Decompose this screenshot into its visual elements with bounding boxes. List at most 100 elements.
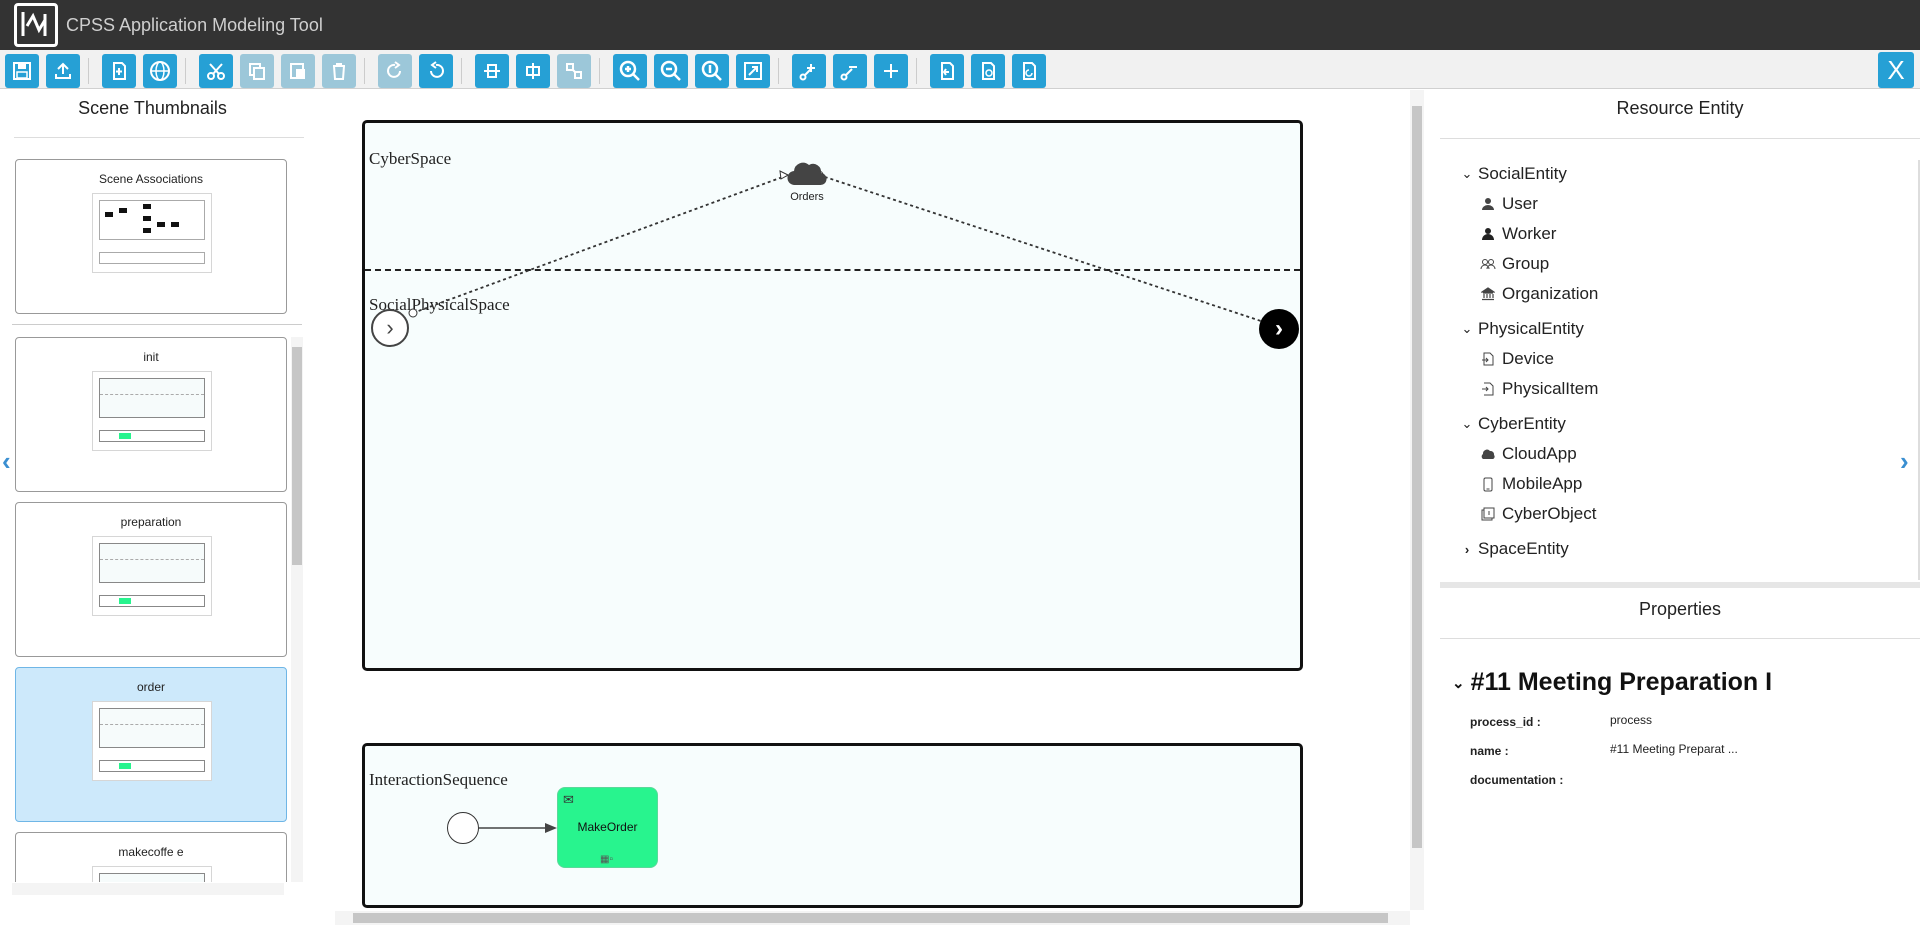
add-icon[interactable] bbox=[874, 54, 908, 88]
worker-icon bbox=[1480, 226, 1496, 242]
interaction-sequence-pool[interactable]: InteractionSequence ✉ MakeOrder ▦▫ bbox=[362, 743, 1303, 908]
interaction-sequence-label: InteractionSequence bbox=[369, 770, 508, 789]
tree-label: User bbox=[1502, 194, 1538, 213]
properties-heading-text: #11 Meeting Preparation I bbox=[1470, 668, 1773, 696]
divider bbox=[12, 324, 302, 325]
tree-item-device[interactable]: Device bbox=[1480, 349, 1554, 369]
space-pool[interactable]: CyberSpace SocialPhysicalSpace Orders › … bbox=[362, 120, 1303, 671]
collapse-left-icon[interactable]: ‹ bbox=[2, 446, 11, 477]
thumbnail-label: preparation bbox=[120, 515, 182, 529]
properties-title: Properties bbox=[1638, 599, 1722, 619]
task-marker-icon: ▦▫ bbox=[600, 854, 613, 865]
tree-item-cloudapp[interactable]: CloudApp bbox=[1480, 444, 1577, 464]
association-lines bbox=[408, 170, 1268, 324]
property-key: name : bbox=[1470, 744, 1509, 758]
thumbnail-horizontal-scrollbar[interactable] bbox=[12, 883, 284, 895]
chevron-right-icon: › bbox=[386, 315, 394, 340]
import-file-icon[interactable] bbox=[930, 54, 964, 88]
task-label: MakeOrder bbox=[577, 820, 638, 834]
tree-item-physicalitem[interactable]: PhysicalItem bbox=[1480, 379, 1598, 399]
tree-item-user[interactable]: User bbox=[1480, 194, 1538, 214]
remove-connection-icon[interactable] bbox=[833, 54, 867, 88]
diagram-canvas[interactable]: CyberSpace SocialPhysicalSpace Orders › … bbox=[335, 90, 1415, 929]
envelope-icon: ✉ bbox=[563, 792, 574, 807]
cut-icon[interactable] bbox=[199, 54, 233, 88]
tree-node-socialentity[interactable]: ⌄ SocialEntity bbox=[1460, 164, 1567, 184]
tree-item-organization[interactable]: Organization bbox=[1480, 284, 1598, 304]
close-button[interactable]: X bbox=[1878, 52, 1914, 88]
tree-horizontal-scrollbar[interactable] bbox=[1440, 582, 1920, 588]
tree-label: SocialEntity bbox=[1478, 164, 1567, 183]
tree-node-spaceentity[interactable]: › SpaceEntity bbox=[1460, 539, 1569, 559]
export-file-icon[interactable] bbox=[971, 54, 1005, 88]
zoom-out-icon[interactable] bbox=[654, 54, 688, 88]
tree-label: Organization bbox=[1502, 284, 1599, 303]
end-event-node[interactable]: › bbox=[1259, 309, 1299, 349]
tree-label: PhysicalItem bbox=[1502, 379, 1599, 398]
new-scene-icon[interactable] bbox=[102, 54, 136, 88]
property-value[interactable]: #11 Meeting Preparat ... bbox=[1610, 742, 1738, 756]
add-connection-icon[interactable] bbox=[792, 54, 826, 88]
upload-icon[interactable] bbox=[46, 54, 80, 88]
resource-entity-title: Resource Entity bbox=[1616, 98, 1744, 118]
thumbnail-label: Scene Associations bbox=[98, 172, 204, 186]
thumbnail-preview bbox=[92, 701, 212, 781]
thumbnail-order[interactable]: order bbox=[15, 667, 287, 822]
align-vertical-icon[interactable] bbox=[516, 54, 550, 88]
copy-icon[interactable] bbox=[240, 54, 274, 88]
thumbnail-init[interactable]: init bbox=[15, 337, 287, 492]
tree-node-cyberentity[interactable]: ⌄ CyberEntity bbox=[1460, 414, 1566, 434]
thumbnail-label: init bbox=[143, 350, 159, 364]
globe-icon[interactable] bbox=[143, 54, 177, 88]
save-icon[interactable] bbox=[5, 54, 39, 88]
tree-label: MobileApp bbox=[1502, 474, 1583, 493]
property-value[interactable]: process bbox=[1610, 713, 1652, 727]
zoom-actual-icon[interactable] bbox=[695, 54, 729, 88]
start-event-circle[interactable] bbox=[447, 812, 479, 844]
resource-tree: ⌄ SocialEntity User Worker Group Organiz… bbox=[1440, 158, 1920, 578]
properties-heading[interactable]: ⌄ #11 Meeting Preparation I bbox=[1452, 668, 1772, 697]
tree-item-worker[interactable]: Worker bbox=[1480, 224, 1556, 244]
refresh-file-icon[interactable] bbox=[1012, 54, 1046, 88]
cyber-object-icon bbox=[1480, 506, 1496, 522]
zoom-in-icon[interactable] bbox=[613, 54, 647, 88]
delete-icon[interactable] bbox=[322, 54, 356, 88]
fit-screen-icon[interactable] bbox=[736, 54, 770, 88]
make-order-task[interactable]: ✉ MakeOrder ▦▫ bbox=[557, 787, 658, 868]
align-horizontal-icon[interactable] bbox=[475, 54, 509, 88]
cloud-app-node[interactable] bbox=[787, 157, 827, 187]
tree-label: CyberObject bbox=[1502, 504, 1597, 523]
chevron-down-icon: ⌄ bbox=[1461, 166, 1473, 181]
thumbnail-scrollbar[interactable] bbox=[291, 337, 303, 882]
canvas-vertical-scrollbar[interactable] bbox=[1410, 90, 1424, 910]
thumbnail-makecoffee[interactable]: makecoffe e bbox=[15, 832, 287, 882]
app-logo-icon bbox=[14, 3, 58, 47]
tree-item-cyberobject[interactable]: CyberObject bbox=[1480, 504, 1596, 524]
divider bbox=[1440, 138, 1920, 139]
resize-icon[interactable] bbox=[557, 54, 591, 88]
user-icon bbox=[1480, 196, 1496, 212]
app-title: CPSS Application Modeling Tool bbox=[66, 14, 323, 35]
tree-label: Worker bbox=[1502, 224, 1557, 243]
canvas-horizontal-scrollbar[interactable] bbox=[335, 911, 1410, 925]
physical-item-icon bbox=[1480, 381, 1496, 397]
collapse-right-icon[interactable]: › bbox=[1900, 446, 1909, 477]
tree-label: SpaceEntity bbox=[1478, 539, 1569, 558]
redo-icon[interactable] bbox=[378, 54, 412, 88]
divider bbox=[14, 137, 304, 138]
mobile-icon bbox=[1480, 476, 1496, 492]
thumbnail-preparation[interactable]: preparation bbox=[15, 502, 287, 657]
scene-thumbnails-title: Scene Thumbnails bbox=[78, 98, 227, 118]
tree-node-physicalentity[interactable]: ⌄ PhysicalEntity bbox=[1460, 319, 1584, 339]
tree-item-group[interactable]: Group bbox=[1480, 254, 1549, 274]
undo-icon[interactable] bbox=[419, 54, 453, 88]
chevron-down-icon: ⌄ bbox=[1461, 416, 1473, 431]
organization-icon bbox=[1480, 286, 1496, 302]
toolbar: X bbox=[0, 50, 1920, 89]
start-event-node[interactable]: › bbox=[371, 309, 409, 347]
paste-icon[interactable] bbox=[281, 54, 315, 88]
property-key: documentation : bbox=[1470, 773, 1564, 787]
thumbnail-scene-associations[interactable]: Scene Associations bbox=[15, 159, 287, 314]
tree-item-mobileapp[interactable]: MobileApp bbox=[1480, 474, 1582, 494]
chevron-right-icon: › bbox=[1275, 315, 1283, 342]
